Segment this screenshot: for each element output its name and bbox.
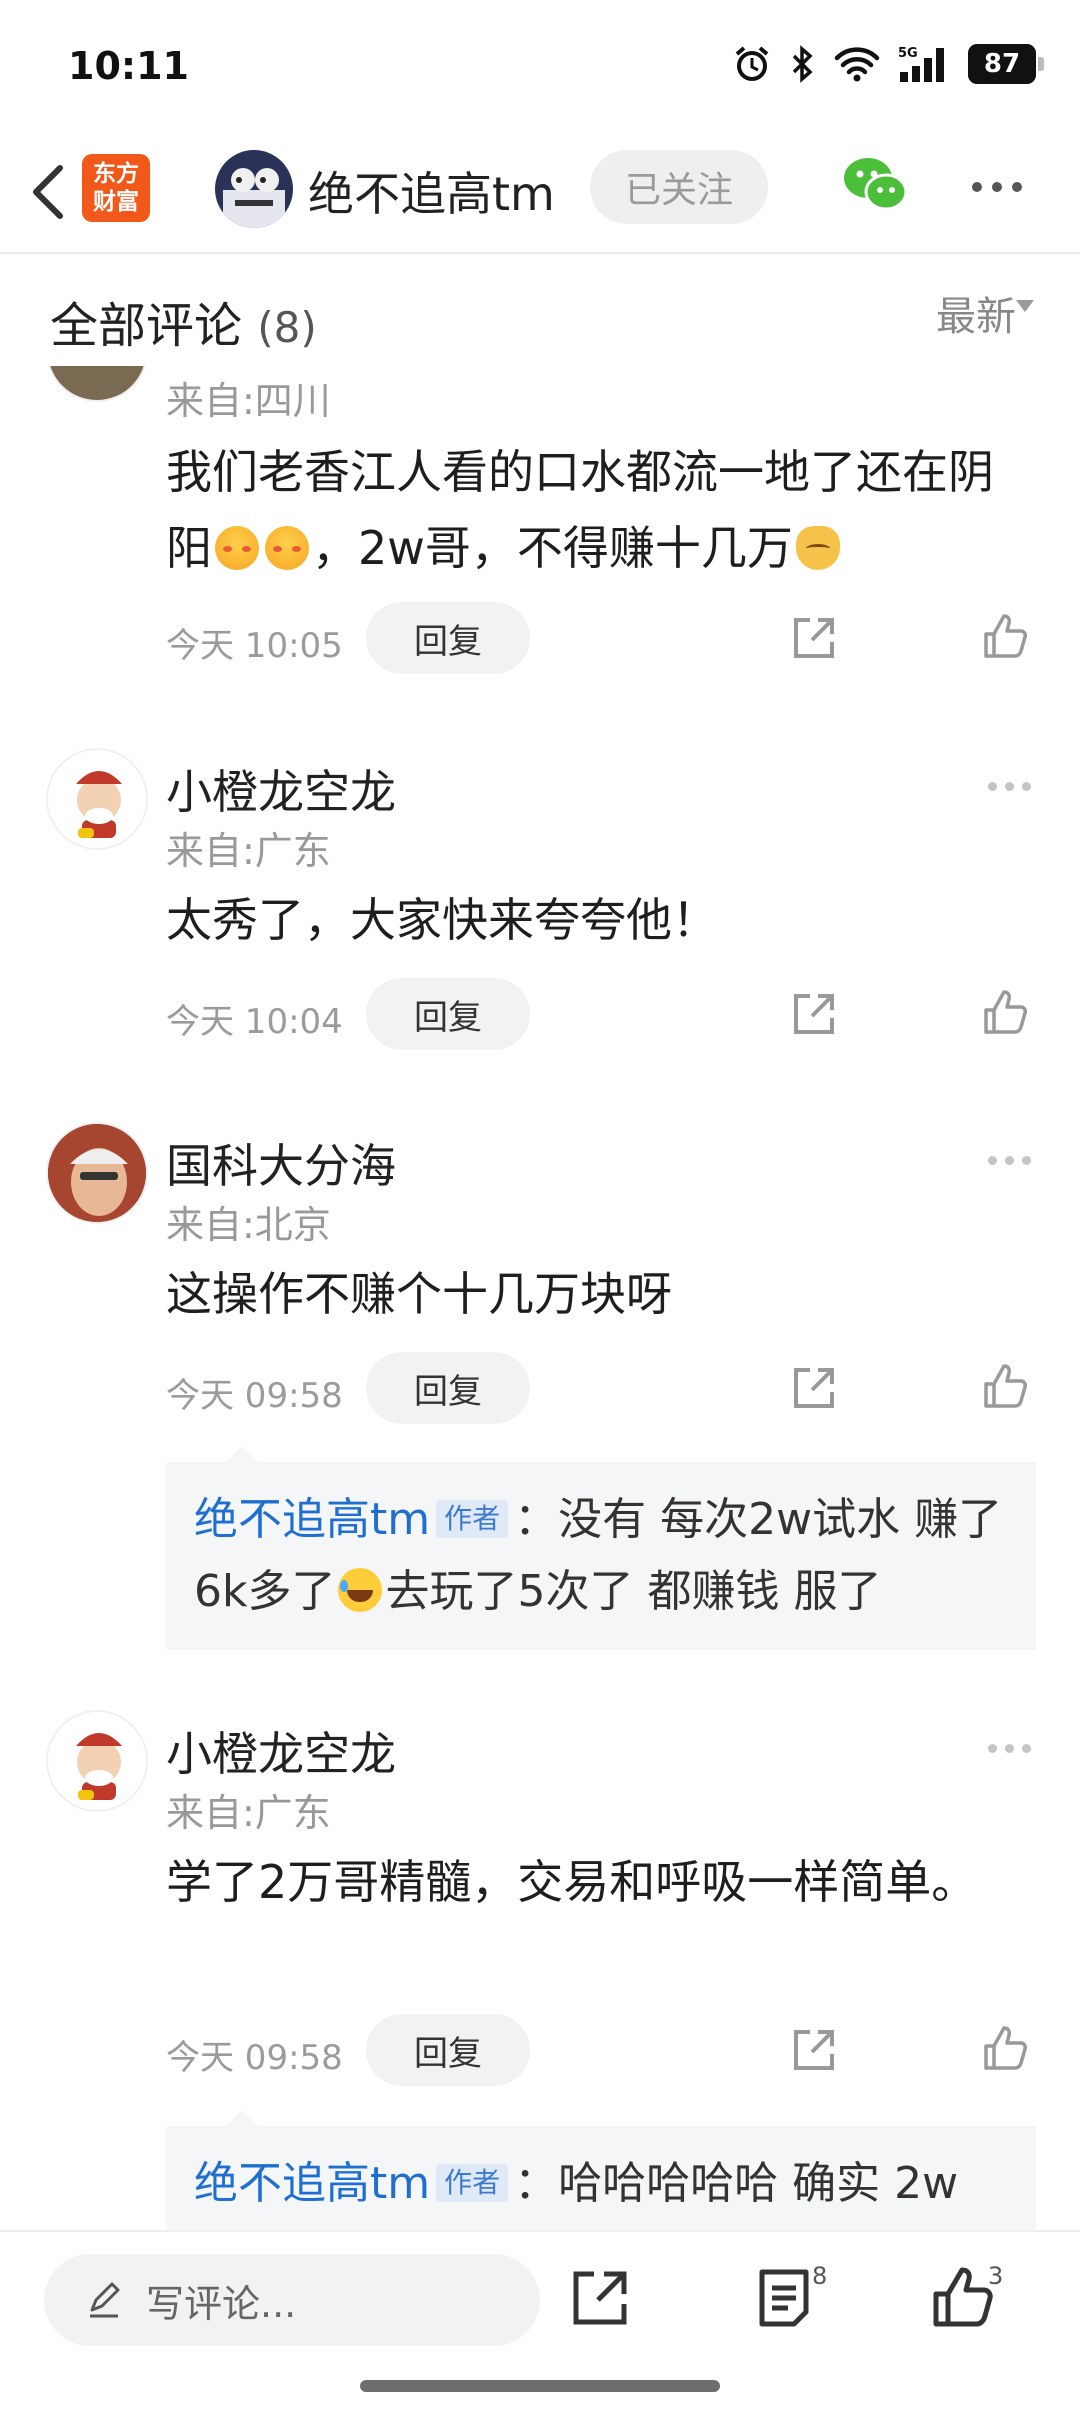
cat-emoji-icon (795, 526, 840, 570)
comment-time: 今天 10:05 (166, 626, 343, 666)
comment-text: 学了2万哥精髓，交易和呼吸一样简单。 (166, 1855, 978, 1909)
comment-time: 今天 10:04 (166, 1002, 343, 1042)
share-icon[interactable] (790, 2026, 838, 2074)
sort-dropdown[interactable]: 最新 (936, 284, 1016, 342)
bottom-action-bar: 写评论... 8 3 (0, 2230, 1080, 2412)
comment-location: 来自:广东 (166, 1791, 331, 1835)
commenter-avatar[interactable] (46, 1710, 148, 1812)
comment-location: 来自:广东 (166, 829, 331, 873)
comment-time: 今天 09:58 (166, 2038, 343, 2078)
comment-count-badge: 8 (812, 2262, 828, 2290)
like-icon[interactable] (980, 988, 1028, 1036)
pencil-icon (90, 2282, 120, 2318)
reply-author-name[interactable]: 绝不追高tm (194, 2158, 430, 2209)
share-icon[interactable] (568, 2266, 632, 2330)
share-icon[interactable] (790, 1364, 838, 1412)
reply-button[interactable]: 回复 (366, 2014, 530, 2086)
author-reply[interactable]: 绝不追高tm 作者 ：没有 每次2w试水 赚了6k多了 去玩了5次了 都赚钱 服了 (166, 1446, 1036, 1650)
comment-location: 来自:北京 (166, 1203, 331, 1247)
home-indicator[interactable] (360, 2380, 720, 2392)
comment-text: 这操作不赚个十几万块呀 (166, 1267, 672, 1321)
comments-count: (8) (257, 303, 317, 352)
comments-title-text: 全部评论 (50, 298, 243, 354)
comment-location: 来自:四川 (166, 379, 331, 423)
author-badge: 作者 (436, 2164, 509, 2202)
commenter-avatar[interactable] (46, 748, 148, 850)
commenter-name[interactable]: 国科大分海 (166, 1130, 396, 1196)
like-icon[interactable] (980, 1362, 1028, 1410)
comment-more-icon[interactable] (988, 782, 1031, 791)
blush-emoji-icon (215, 526, 259, 570)
avatar-image (48, 1124, 146, 1222)
commenter-name[interactable]: 小橙龙空龙 (166, 1718, 396, 1784)
avatar-image (76, 771, 122, 838)
comment-input[interactable]: 写评论... (44, 2254, 540, 2346)
comment-more-icon[interactable] (988, 1156, 1031, 1165)
comments-icon[interactable] (752, 2266, 816, 2330)
like-icon[interactable] (980, 2024, 1028, 2072)
like-count-badge: 3 (988, 2262, 1004, 2290)
reply-author-name[interactable]: 绝不追高tm (194, 1494, 430, 1545)
reply-text-b: 去玩了5次了 都赚钱 服了 (385, 1566, 882, 1617)
comment-time: 今天 09:58 (166, 1376, 343, 1416)
comments-header: 全部评论 (8) 最新 (0, 256, 1080, 366)
reply-button[interactable]: 回复 (366, 978, 530, 1050)
avatar-image (76, 1733, 122, 1800)
comment-text: 太秀了，大家快来夸夸他！ (166, 893, 718, 947)
comment-more-icon[interactable] (988, 1744, 1031, 1753)
comments-title: 全部评论 (8) (50, 286, 317, 356)
author-badge: 作者 (436, 1500, 509, 1538)
reply-button[interactable]: 回复 (366, 602, 530, 674)
comment-text: 我们老香江人看的口水都流一地了还在阴阳 ，2w哥，不得赚十几万 (166, 434, 1036, 586)
author-reply[interactable]: 绝不追高tm 作者 ：哈哈哈哈哈 确实 2w (166, 2110, 1036, 2230)
like-icon[interactable] (930, 2266, 994, 2330)
commenter-avatar[interactable] (46, 1122, 148, 1224)
comment-input-placeholder: 写评论... (146, 2281, 297, 2326)
chevron-down-icon[interactable] (1016, 300, 1034, 312)
comment-item: 小橙龙空龙 来自:广东 太秀了，大家快来夸夸他！ 今天 10:04 回复 (0, 748, 1080, 1068)
comment-item: 小橙龙空龙 来自:广东 学了2万哥精髓，交易和呼吸一样简单。 今天 09:58 … (0, 1710, 1080, 2230)
comment-text-tail: ，2w哥，不得赚十几万 (312, 521, 793, 575)
share-icon[interactable] (790, 990, 838, 1038)
reply-text-a: ：哈哈哈哈哈 确实 2w (514, 2158, 959, 2209)
like-icon[interactable] (980, 612, 1028, 660)
share-icon[interactable] (790, 614, 838, 662)
commenter-name[interactable]: 小橙龙空龙 (166, 756, 396, 822)
laugh-cry-emoji-icon (338, 1568, 383, 1612)
blush-emoji-icon (265, 526, 309, 570)
comment-item: 国科大分海 来自:北京 这操作不赚个十几万块呀 今天 09:58 回复 绝不追高… (0, 1122, 1080, 1662)
reply-button[interactable]: 回复 (366, 1352, 530, 1424)
